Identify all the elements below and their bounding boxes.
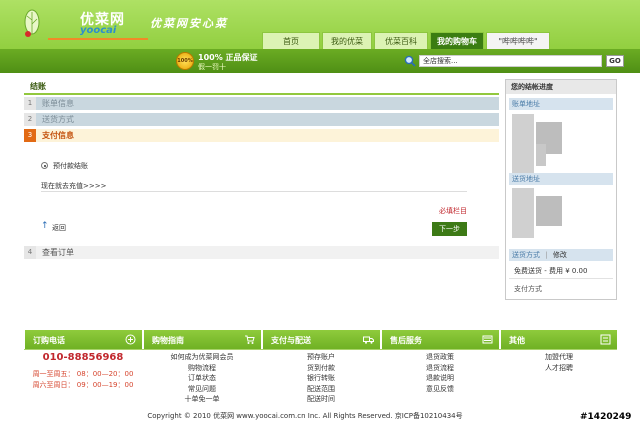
phone-icon	[125, 334, 136, 345]
search-icon	[404, 55, 416, 67]
step-shipping[interactable]: 2 送货方式	[24, 113, 499, 126]
tab-home[interactable]: 首页	[262, 32, 320, 49]
step-number: 2	[24, 113, 36, 126]
footer-col-guide: 购物指南	[143, 330, 261, 349]
hours-weekend: 周六至周日： 09：00—19：00	[32, 381, 134, 389]
ship-method-row: 送货方式 | 修改	[509, 249, 613, 261]
watermark: #1420249	[580, 412, 632, 422]
logo-underline	[48, 38, 148, 40]
tab-extra[interactable]: "哔哔哔哔"	[486, 32, 550, 49]
step-label: 查看订单	[42, 248, 74, 257]
cabbage-logo-icon	[24, 9, 40, 37]
step-number: 4	[24, 246, 36, 259]
footer-link[interactable]: 货到付款	[262, 363, 380, 374]
footer-col-title: 支付与配送	[271, 336, 311, 345]
required-note: 必填栏目	[439, 207, 467, 215]
footer-link[interactable]: 退货流程	[381, 363, 499, 374]
step-number: 1	[24, 97, 36, 110]
shipping-address-redacted	[536, 196, 562, 226]
copyright: Copyright © 2010 优菜网 www.yoocai.com.cn I…	[147, 412, 463, 420]
other-icon	[600, 334, 611, 345]
truck-icon	[363, 336, 374, 344]
back-arrow-icon[interactable]: ↑	[41, 222, 49, 231]
footer-col-service: 售后服务	[381, 330, 499, 349]
footer-link[interactable]: 常见问题	[143, 384, 261, 395]
prepaid-label: 预付款结账	[53, 162, 88, 170]
footer-link[interactable]: 退货政策	[381, 352, 499, 363]
logo-subtext[interactable]: yoocai	[80, 25, 116, 36]
footer-link[interactable]: 银行转账	[262, 373, 380, 384]
step-payment[interactable]: 3 支付信息	[24, 129, 499, 142]
slogan: 优菜网安心菜	[150, 17, 228, 30]
footer-link[interactable]: 配送范围	[262, 384, 380, 395]
guide-links: 如何成为优菜网会员 购物流程 订单状态 常见问题 十单免一单	[143, 352, 261, 405]
tab-encyclopedia[interactable]: 优菜百科	[374, 32, 428, 49]
footer-link[interactable]: 预存账户	[262, 352, 380, 363]
guarantee-subtitle: 假一罚十	[198, 63, 226, 71]
divider	[509, 278, 613, 279]
footer-col-title: 购物指南	[152, 336, 184, 345]
payment-method-label: 支付方式	[514, 285, 542, 293]
ship-method-edit-link[interactable]: 修改	[553, 251, 567, 259]
billing-address-redacted	[512, 114, 534, 174]
step-number: 3	[24, 129, 36, 142]
footer-col-payment: 支付与配送	[262, 330, 380, 349]
step-label: 支付信息	[42, 131, 74, 140]
footer-link[interactable]: 订单状态	[143, 373, 261, 384]
footer-col-title: 订购电话	[33, 336, 65, 345]
ship-method-value: 免费送货 - 费用 ¥ 0.00	[514, 267, 588, 275]
footer-col-other: 其他	[500, 330, 617, 349]
hours-weekday: 周一至周五： 08：00—20：00	[32, 370, 134, 378]
service-icon	[482, 335, 493, 344]
footer-link[interactable]: 意见反馈	[381, 384, 499, 395]
footer-col-title: 其他	[509, 336, 525, 345]
step-billing[interactable]: 1 账单信息	[24, 97, 499, 110]
checkout-title: 结账	[24, 79, 499, 95]
footer-link[interactable]: 退款说明	[381, 373, 499, 384]
order-phone: 010-88856968	[42, 352, 124, 363]
recharge-link[interactable]: 现在就去充值>>>>	[41, 181, 106, 191]
billing-address-label: 账单地址	[509, 98, 613, 110]
footer-link[interactable]: 加盟代理	[500, 352, 618, 363]
shipping-address-redacted	[512, 188, 534, 238]
footer-link[interactable]: 配送时间	[262, 394, 380, 405]
footer-link[interactable]: 人才招聘	[500, 363, 618, 374]
divider: |	[545, 251, 548, 259]
other-links: 加盟代理 人才招聘	[500, 352, 618, 373]
footer-link[interactable]: 如何成为优菜网会员	[143, 352, 261, 363]
step-label: 账单信息	[42, 99, 74, 108]
shipping-address-label: 送货地址	[509, 173, 613, 185]
search-input[interactable]: 全店搜索...	[419, 55, 602, 67]
back-link[interactable]: 返回	[52, 223, 66, 233]
guarantee-badge-icon: 100%	[176, 52, 194, 70]
prepaid-radio[interactable]	[41, 162, 48, 169]
billing-address-redacted	[536, 144, 546, 166]
divider	[41, 191, 467, 192]
payment-links: 预存账户 货到付款 银行转账 配送范围 配送时间	[262, 352, 380, 405]
footer-col-phone: 订购电话	[24, 330, 142, 349]
step-review[interactable]: 4 查看订单	[24, 246, 499, 259]
footer-link[interactable]: 十单免一单	[143, 394, 261, 405]
cart-icon	[245, 335, 255, 344]
ship-method-label: 送货方式	[512, 251, 540, 259]
footer-divider	[24, 349, 617, 350]
footer-link[interactable]: 购物流程	[143, 363, 261, 374]
tab-cart[interactable]: 我的购物车	[430, 32, 484, 49]
next-step-button[interactable]: 下一步	[432, 222, 467, 236]
step-label: 送货方式	[42, 115, 74, 124]
tab-my-yoocai[interactable]: 我的优菜	[322, 32, 372, 49]
search-go-button[interactable]: GO	[606, 55, 624, 67]
progress-title: 您的结帐进度	[506, 80, 616, 94]
service-links: 退货政策 退货流程 退款说明 意见反馈	[381, 352, 499, 394]
main-nav: 首页 我的优菜 优菜百科 我的购物车 "哔哔哔哔"	[262, 32, 552, 49]
footer-col-title: 售后服务	[390, 336, 422, 345]
